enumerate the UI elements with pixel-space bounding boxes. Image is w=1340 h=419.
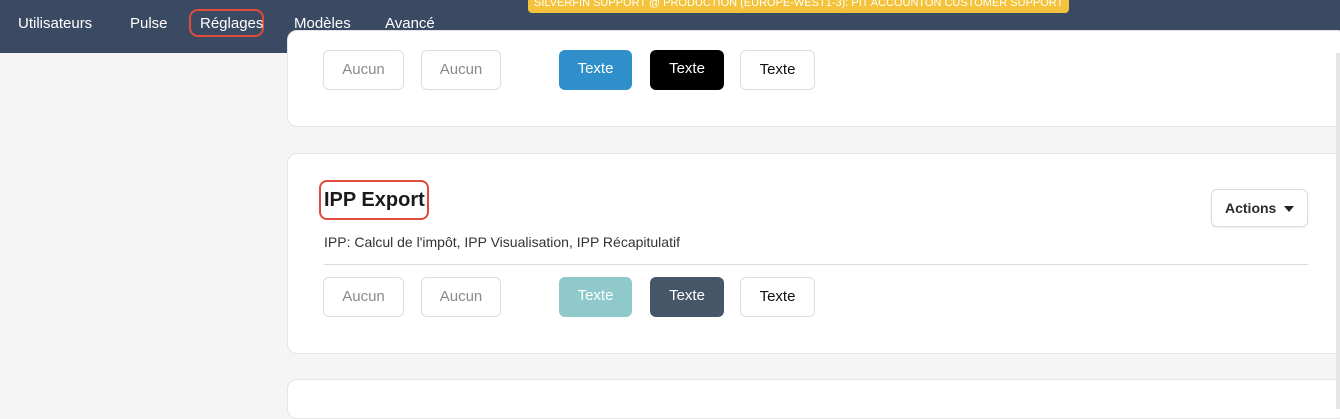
settings-card-ipp-export: IPP Export IPP: Calcul de l'impôt, IPP V… [287,153,1340,354]
option-aucun-1[interactable]: Aucun [323,50,404,90]
nav-item-reglages[interactable]: Réglages [200,14,263,34]
actions-label: Actions [1225,200,1277,216]
caret-down-icon [1284,206,1294,212]
option-aucun-1[interactable]: Aucun [323,277,404,317]
actions-dropdown-button[interactable]: Actions [1211,189,1308,227]
option-texte-black[interactable]: Texte [650,50,724,90]
option-aucun-2[interactable]: Aucun [421,50,501,90]
card-divider [324,264,1308,265]
option-texte-blue[interactable]: Texte [559,50,632,90]
environment-banner: SILVERFIN SUPPORT @ PRODUCTION (EUROPE-W… [528,0,1070,13]
option-texte-teal[interactable]: Texte [559,277,632,317]
settings-card-previous: Aucun Aucun Texte Texte Texte [287,30,1340,127]
card-title: IPP Export [324,189,425,211]
scrollbar[interactable] [1336,53,1340,409]
settings-card-next [287,379,1340,419]
nav-item-pulse[interactable]: Pulse [130,14,168,34]
nav-item-utilisateurs[interactable]: Utilisateurs [18,14,92,34]
option-texte-slate[interactable]: Texte [650,277,724,317]
option-texte-outline[interactable]: Texte [740,50,815,90]
option-texte-outline[interactable]: Texte [740,277,815,317]
option-aucun-2[interactable]: Aucun [421,277,501,317]
card-description: IPP: Calcul de l'impôt, IPP Visualisatio… [324,234,680,250]
